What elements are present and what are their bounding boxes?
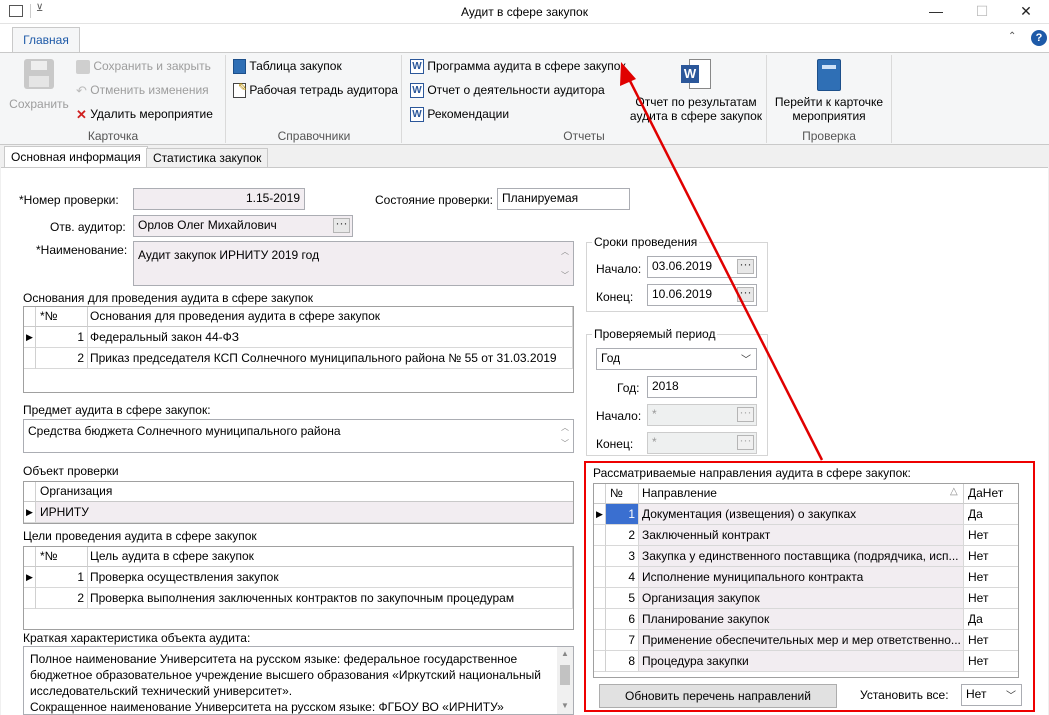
annotation-arrow <box>620 62 824 461</box>
